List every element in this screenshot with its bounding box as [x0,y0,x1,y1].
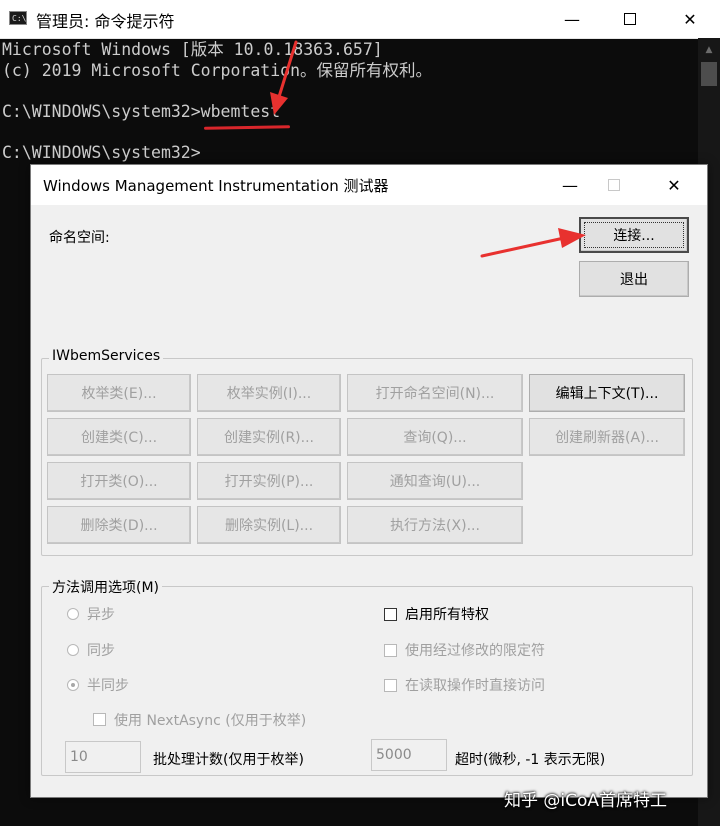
enable-privileges-label: 启用所有特权 [405,607,489,623]
maximize-icon [608,179,620,191]
enum-classes-button[interactable]: 枚举类(E)... [47,374,191,412]
query-label: 查询(Q)... [403,430,467,446]
sync-radio-label: 同步 [87,643,115,659]
create-instance-label: 创建实例(R)... [223,430,314,446]
exit-button-label: 退出 [620,272,648,288]
enable-privileges-checkbox[interactable] [384,608,397,621]
edit-context-label: 编辑上下文(T)... [555,386,659,402]
watermark: 知乎 @iCoA首席特工 [504,791,668,811]
wmi-tester-dialog: Windows Management Instrumentation 测试器 —… [30,164,708,798]
cmd-app-icon: C:\ [9,11,27,25]
cmd-title-bar[interactable]: C:\ 管理员: 命令提示符 — ✕ [0,0,720,39]
wmi-title-bar[interactable]: Windows Management Instrumentation 测试器 —… [31,165,707,205]
enum-classes-label: 枚举类(E)... [81,386,157,402]
delete-instance-button[interactable]: 删除实例(L)... [197,506,341,544]
wmi-close-button[interactable]: ✕ [648,165,700,205]
exit-button[interactable]: 退出 [579,261,689,297]
cmd-maximize-button[interactable] [604,0,656,38]
notification-query-button[interactable]: 通知查询(U)... [347,462,523,500]
cmd-window-title: 管理员: 命令提示符 [36,12,175,31]
scroll-up-arrow-icon[interactable]: ▲ [702,44,716,56]
open-class-label: 打开类(O)... [80,474,158,490]
execute-method-label: 执行方法(X)... [390,518,480,534]
open-namespace-button[interactable]: 打开命名空间(N)... [347,374,523,412]
next-async-label: 使用 NextAsync (仅用于枚举) [114,713,307,729]
notification-query-label: 通知查询(U)... [389,474,481,490]
open-class-button[interactable]: 打开类(O)... [47,462,191,500]
enum-instances-button[interactable]: 枚举实例(I)... [197,374,341,412]
batch-count-field[interactable]: 10 [65,741,141,773]
edit-context-button[interactable]: 编辑上下文(T)... [529,374,685,412]
sync-radio[interactable] [67,644,79,656]
focus-rectangle [584,222,684,248]
close-icon: ✕ [667,175,681,195]
semisync-radio[interactable] [67,679,79,691]
delete-instance-label: 删除实例(L)... [224,518,314,534]
direct-read-checkbox[interactable] [384,679,397,692]
console-line-prompt[interactable]: C:\WINDOWS\system32> [2,143,201,163]
red-arrow-annotation [270,40,298,115]
delete-class-label: 删除类(D)... [80,518,158,534]
iwbemservices-group-title: IWbemServices [49,348,164,364]
timeout-label: 超时(微秒, -1 表示无限) [455,752,606,768]
semisync-radio-label: 半同步 [87,678,129,694]
red-arrow-annotation [480,228,586,258]
red-underline-annotation [203,125,291,130]
timeout-field[interactable]: 5000 [371,739,447,771]
close-icon: ✕ [683,9,697,29]
next-async-checkbox[interactable] [93,713,106,726]
open-instance-button[interactable]: 打开实例(P)... [197,462,341,500]
async-radio[interactable] [67,608,79,620]
create-refresher-label: 创建刷新器(A)... [555,430,659,446]
enum-instances-label: 枚举实例(I)... [226,386,312,402]
create-class-button[interactable]: 创建类(C)... [47,418,191,456]
wmi-window-title: Windows Management Instrumentation 测试器 [43,177,389,195]
async-radio-label: 异步 [87,607,115,623]
cmd-close-button[interactable]: ✕ [664,0,716,38]
query-button[interactable]: 查询(Q)... [347,418,523,456]
amended-qualifiers-checkbox[interactable] [384,644,397,657]
create-class-label: 创建类(C)... [80,430,158,446]
method-options-group-title: 方法调用选项(M) [49,577,163,597]
batch-count-label: 批处理计数(仅用于枚举) [153,752,304,768]
amended-qualifiers-label: 使用经过修改的限定符 [405,643,545,659]
console-line-copyright: (c) 2019 Microsoft Corporation。保留所有权利。 [2,61,433,80]
console-line-command: C:\WINDOWS\system32>wbemtest [2,102,281,121]
wmi-maximize-button [588,165,640,205]
minimize-icon: — [562,175,578,195]
direct-read-label: 在读取操作时直接访问 [405,678,545,694]
cmd-scrollbar-thumb[interactable] [701,62,717,86]
execute-method-button[interactable]: 执行方法(X)... [347,506,523,544]
create-instance-button[interactable]: 创建实例(R)... [197,418,341,456]
cmd-minimize-button[interactable]: — [546,0,598,38]
open-instance-label: 打开实例(P)... [224,474,314,490]
connect-button[interactable]: 连接... [579,217,689,253]
namespace-label: 命名空间: [49,230,110,246]
maximize-icon [624,13,636,25]
delete-class-button[interactable]: 删除类(D)... [47,506,191,544]
create-refresher-button[interactable]: 创建刷新器(A)... [529,418,685,456]
console-line-version: Microsoft Windows [版本 10.0.18363.657] [2,40,383,59]
open-namespace-label: 打开命名空间(N)... [375,386,495,402]
minimize-icon: — [564,9,580,29]
